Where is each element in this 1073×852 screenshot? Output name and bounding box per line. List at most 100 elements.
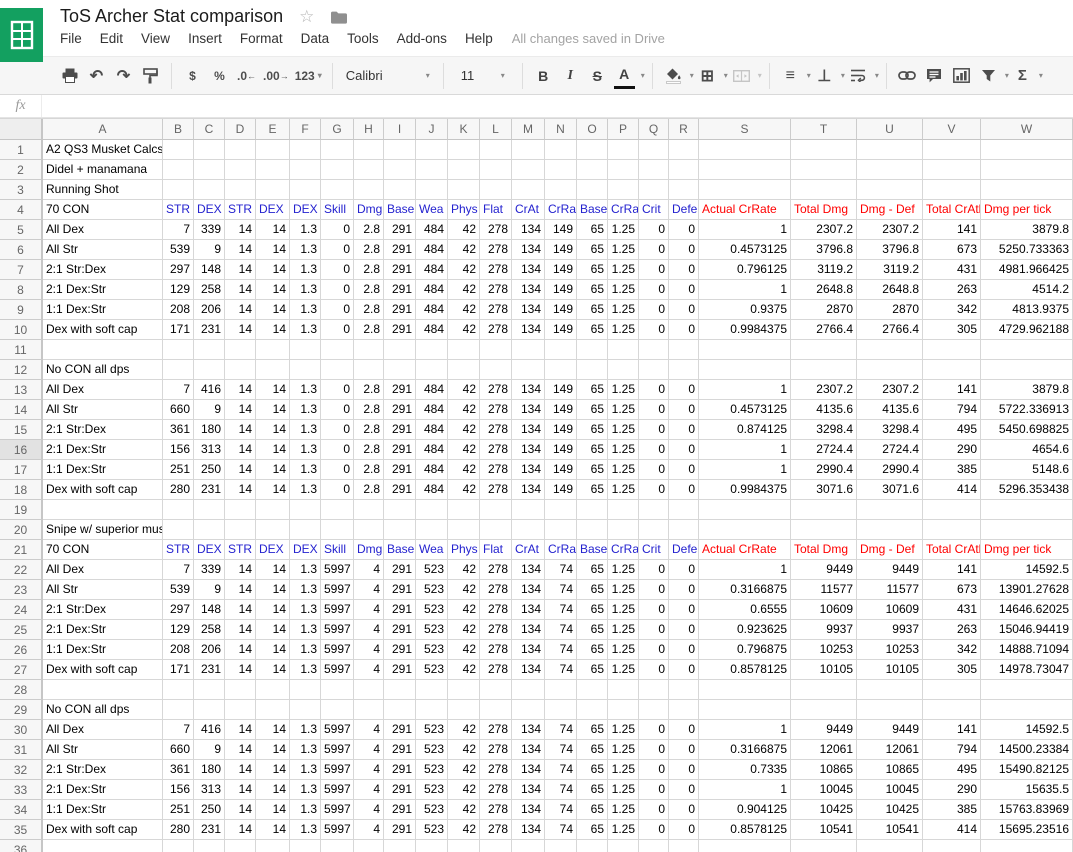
cell-R32[interactable]: 0 — [669, 760, 699, 780]
row-header-8[interactable]: 8 — [0, 280, 43, 300]
cell-J29[interactable] — [416, 700, 448, 720]
cell-G11[interactable] — [321, 340, 354, 360]
cell-Q18[interactable]: 0 — [639, 480, 669, 500]
cell-W23[interactable]: 13901.27628 — [981, 580, 1073, 600]
cell-G4[interactable]: Skill — [321, 200, 354, 220]
cell-H35[interactable]: 4 — [354, 820, 384, 840]
cell-E2[interactable] — [256, 160, 290, 180]
cell-H32[interactable]: 4 — [354, 760, 384, 780]
cell-P11[interactable] — [608, 340, 639, 360]
cell-S13[interactable]: 1 — [699, 380, 791, 400]
folder-icon[interactable] — [330, 10, 348, 24]
cell-J18[interactable]: 484 — [416, 480, 448, 500]
cell-D12[interactable] — [225, 360, 256, 380]
cell-T36[interactable] — [791, 840, 857, 852]
cell-V27[interactable]: 305 — [923, 660, 981, 680]
cell-D34[interactable]: 14 — [225, 800, 256, 820]
cell-M35[interactable]: 134 — [512, 820, 545, 840]
cell-D28[interactable] — [225, 680, 256, 700]
cell-R28[interactable] — [669, 680, 699, 700]
cell-R20[interactable] — [669, 520, 699, 540]
cell-A12[interactable]: No CON all dps — [43, 360, 163, 380]
cell-L29[interactable] — [480, 700, 512, 720]
cell-O28[interactable] — [577, 680, 608, 700]
cell-T23[interactable]: 11577 — [791, 580, 857, 600]
cell-T19[interactable] — [791, 500, 857, 520]
cell-C33[interactable]: 313 — [194, 780, 225, 800]
cell-J7[interactable]: 484 — [416, 260, 448, 280]
cell-P1[interactable] — [608, 140, 639, 160]
cell-A7[interactable]: 2:1 Str:Dex — [43, 260, 163, 280]
cell-B7[interactable]: 297 — [163, 260, 194, 280]
cell-H14[interactable]: 2.8 — [354, 400, 384, 420]
cell-H30[interactable]: 4 — [354, 720, 384, 740]
functions-button[interactable]: Σ — [1012, 63, 1033, 89]
cell-M31[interactable]: 134 — [512, 740, 545, 760]
cell-F32[interactable]: 1.3 — [290, 760, 321, 780]
cell-P18[interactable]: 1.25 — [608, 480, 639, 500]
cell-P19[interactable] — [608, 500, 639, 520]
cell-L23[interactable]: 278 — [480, 580, 512, 600]
cell-U4[interactable]: Dmg - Def — [857, 200, 923, 220]
cell-Q15[interactable]: 0 — [639, 420, 669, 440]
cell-P17[interactable]: 1.25 — [608, 460, 639, 480]
cell-M32[interactable]: 134 — [512, 760, 545, 780]
cell-U31[interactable]: 12061 — [857, 740, 923, 760]
column-header-U[interactable]: U — [857, 119, 923, 140]
cell-E29[interactable] — [256, 700, 290, 720]
cell-C16[interactable]: 313 — [194, 440, 225, 460]
cell-R35[interactable]: 0 — [669, 820, 699, 840]
cell-N20[interactable] — [545, 520, 577, 540]
cell-Q4[interactable]: Crit — [639, 200, 669, 220]
cell-L11[interactable] — [480, 340, 512, 360]
cell-A36[interactable] — [43, 840, 163, 852]
cell-P5[interactable]: 1.25 — [608, 220, 639, 240]
cell-Q24[interactable]: 0 — [639, 600, 669, 620]
cell-S16[interactable]: 1 — [699, 440, 791, 460]
cell-V23[interactable]: 673 — [923, 580, 981, 600]
cell-D15[interactable]: 14 — [225, 420, 256, 440]
cell-W32[interactable]: 15490.82125 — [981, 760, 1073, 780]
cell-C11[interactable] — [194, 340, 225, 360]
cell-D35[interactable]: 14 — [225, 820, 256, 840]
cell-C35[interactable]: 231 — [194, 820, 225, 840]
cell-H21[interactable]: Dmg — [354, 540, 384, 560]
cell-B15[interactable]: 361 — [163, 420, 194, 440]
cell-H5[interactable]: 2.8 — [354, 220, 384, 240]
cell-R15[interactable]: 0 — [669, 420, 699, 440]
cell-D36[interactable] — [225, 840, 256, 852]
paint-format-button[interactable] — [140, 63, 161, 89]
cell-Q16[interactable]: 0 — [639, 440, 669, 460]
cell-R4[interactable]: Defe — [669, 200, 699, 220]
dropdown-arrow-icon[interactable]: ▾ — [690, 71, 694, 80]
cell-U19[interactable] — [857, 500, 923, 520]
cell-C8[interactable]: 258 — [194, 280, 225, 300]
cell-P28[interactable] — [608, 680, 639, 700]
cell-E19[interactable] — [256, 500, 290, 520]
cell-M10[interactable]: 134 — [512, 320, 545, 340]
cell-H10[interactable]: 2.8 — [354, 320, 384, 340]
cell-E16[interactable]: 14 — [256, 440, 290, 460]
undo-button[interactable]: ↶ — [86, 63, 107, 89]
cell-J13[interactable]: 484 — [416, 380, 448, 400]
cell-T21[interactable]: Total Dmg — [791, 540, 857, 560]
cell-O16[interactable]: 65 — [577, 440, 608, 460]
cell-I18[interactable]: 291 — [384, 480, 416, 500]
cell-C36[interactable] — [194, 840, 225, 852]
cell-E25[interactable]: 14 — [256, 620, 290, 640]
cell-F16[interactable]: 1.3 — [290, 440, 321, 460]
row-header-22[interactable]: 22 — [0, 560, 43, 580]
cell-D10[interactable]: 14 — [225, 320, 256, 340]
cell-U17[interactable]: 2990.4 — [857, 460, 923, 480]
cell-A26[interactable]: 1:1 Dex:Str — [43, 640, 163, 660]
cell-Q17[interactable]: 0 — [639, 460, 669, 480]
cell-D26[interactable]: 14 — [225, 640, 256, 660]
row-header-6[interactable]: 6 — [0, 240, 43, 260]
cell-K16[interactable]: 42 — [448, 440, 480, 460]
cell-L16[interactable]: 278 — [480, 440, 512, 460]
cell-Q7[interactable]: 0 — [639, 260, 669, 280]
cell-F12[interactable] — [290, 360, 321, 380]
cell-N7[interactable]: 149 — [545, 260, 577, 280]
cell-W29[interactable] — [981, 700, 1073, 720]
cell-L27[interactable]: 278 — [480, 660, 512, 680]
